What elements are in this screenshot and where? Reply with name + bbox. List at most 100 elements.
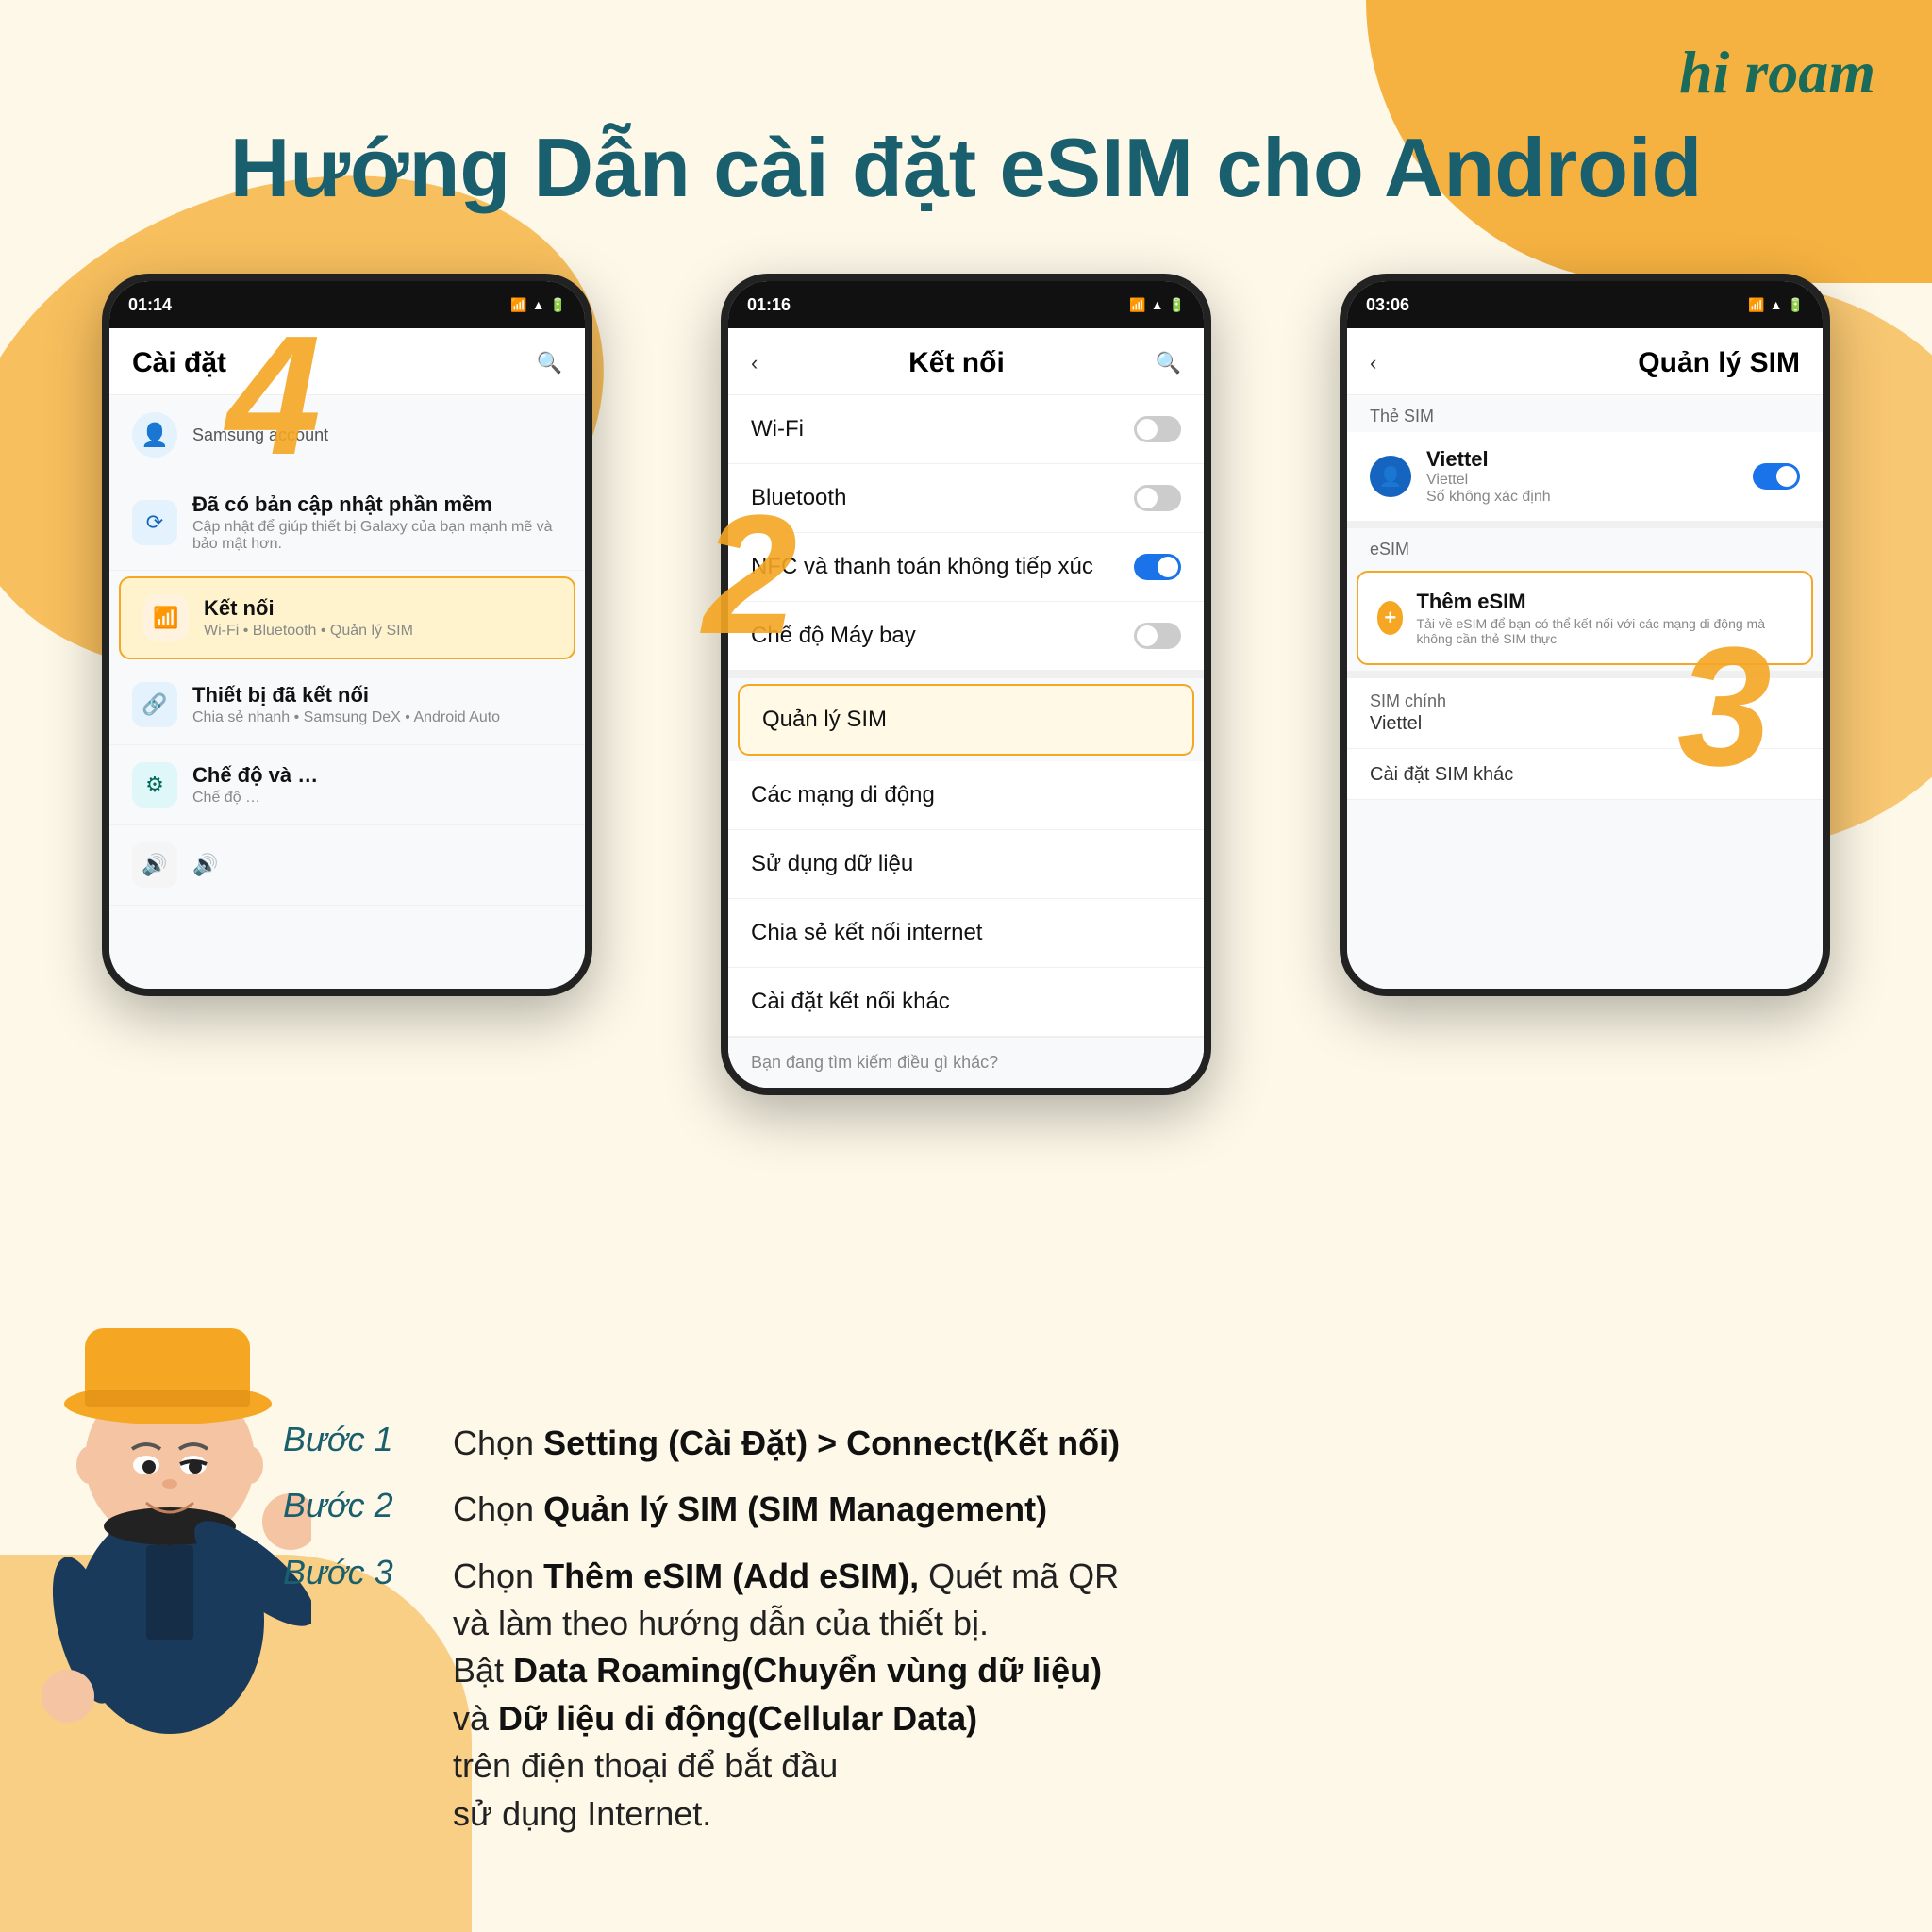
signal-icon-1: 📶 — [510, 297, 526, 313]
connect-title: Kết nối — [204, 596, 551, 621]
samsung-account-item[interactable]: 👤 Samsung account — [109, 395, 585, 475]
conn-item-other[interactable]: Cài đặt kết nối khác — [728, 968, 1204, 1037]
settings-item-mode[interactable]: ⚙ Chế độ và … Chế độ … — [109, 745, 585, 825]
account-avatar: 👤 — [132, 412, 177, 458]
mode-title: Chế độ và … — [192, 763, 562, 788]
sim-card-item[interactable]: 👤 Viettel Viettel Số không xác định — [1347, 432, 1823, 521]
devices-text: Thiết bị đã kết nối Chia sẻ nhanh • Sams… — [192, 683, 562, 726]
step-3-label: Bước 3 — [283, 1553, 434, 1592]
search-icon-2[interactable]: 🔍 — [1156, 351, 1181, 375]
separator-2 — [1347, 521, 1823, 528]
conn-item-airplane[interactable]: Chế độ Máy bay — [728, 602, 1204, 671]
sim-card-icon: 👤 — [1370, 456, 1411, 497]
screen-1-header: Cài đặt 🔍 — [109, 328, 585, 395]
esim-add-icon: + — [1377, 601, 1403, 635]
sim-card-name: Viettel — [1426, 447, 1738, 472]
wifi-icon-2: ▲ — [1151, 297, 1164, 312]
instructions-section: Bước 1 Chọn Setting (Cài Đặt) > Connect(… — [283, 1420, 1875, 1857]
wifi-icon-1: ▲ — [532, 297, 545, 312]
battery-icon-1: 🔋 — [550, 297, 566, 313]
sim-card-detail2: Số không xác định — [1426, 489, 1738, 506]
sim-card-detail: Viettel — [1426, 472, 1738, 489]
conn-item-networks[interactable]: Các mạng di động — [728, 761, 1204, 830]
instruction-row-2: Bước 2 Chọn Quản lý SIM (SIM Management) — [283, 1486, 1875, 1533]
conn-item-wifi[interactable]: Wi-Fi — [728, 395, 1204, 464]
settings-item-devices[interactable]: 🔗 Thiết bị đã kết nối Chia sẻ nhanh • Sa… — [109, 665, 585, 745]
settings-item-sound[interactable]: 🔊 🔊 — [109, 825, 585, 906]
phone-1-icons: 📶 ▲ 🔋 — [510, 297, 566, 313]
search-icon-1[interactable]: 🔍 — [537, 351, 562, 375]
airplane-toggle[interactable] — [1134, 623, 1181, 649]
update-text: Đã có bản cập nhật phần mềm Cập nhật để … — [192, 492, 562, 553]
sound-title: 🔊 — [192, 853, 562, 877]
nfc-toggle[interactable] — [1134, 554, 1181, 580]
update-title: Đã có bản cập nhật phần mềm — [192, 492, 562, 517]
wifi-label: Wi-Fi — [751, 416, 804, 442]
conn-item-bluetooth[interactable]: Bluetooth — [728, 464, 1204, 533]
step-2-label: Bước 2 — [283, 1486, 434, 1525]
step-3-desc: Chọn Thêm eSIM (Add eSIM), Quét mã QR và… — [453, 1553, 1119, 1838]
wifi-toggle[interactable] — [1134, 416, 1181, 442]
search-footer[interactable]: Bạn đang tìm kiếm điều gì khác? — [728, 1037, 1204, 1088]
phone-1-time: 01:14 — [128, 295, 172, 315]
bluetooth-toggle[interactable] — [1134, 485, 1181, 511]
instruction-row-3: Bước 3 Chọn Thêm eSIM (Add eSIM), Quét m… — [283, 1553, 1875, 1838]
esim-section-label: eSIM — [1347, 528, 1823, 565]
logo-hi: hi — [1679, 39, 1729, 106]
sim-card-info: Viettel Viettel Số không xác định — [1426, 447, 1738, 506]
step-number-2: 2 — [703, 491, 797, 660]
mode-text: Chế độ và … Chế độ … — [192, 763, 562, 807]
sim-mgmt-label: Quản lý SIM — [762, 707, 887, 733]
phone-2-time: 01:16 — [747, 295, 791, 315]
other-conn-label: Cài đặt kết nối khác — [751, 989, 950, 1015]
status-bar-1: 01:14 📶 ▲ 🔋 — [128, 295, 566, 315]
step-1-desc: Chọn Setting (Cài Đặt) > Connect(Kết nối… — [453, 1420, 1120, 1467]
logo-roam: roam — [1744, 39, 1875, 106]
phone-2-screen: ‹ Kết nối 🔍 Wi-Fi Bluetooth NFC và thanh… — [728, 328, 1204, 1088]
character-illustration — [28, 1224, 311, 1790]
sound-text: 🔊 — [192, 853, 562, 877]
phone-1-screen: Cài đặt 🔍 👤 Samsung account ⟳ Đã có bản … — [109, 328, 585, 989]
phone-3-notch: 03:06 📶 ▲ 🔋 — [1347, 281, 1823, 328]
phone-3-time: 03:06 — [1366, 295, 1409, 315]
instruction-row-1: Bước 1 Chọn Setting (Cài Đặt) > Connect(… — [283, 1420, 1875, 1467]
sim-section-label: Thẻ SIM — [1347, 395, 1823, 432]
conn-item-sim[interactable]: Quản lý SIM — [738, 684, 1194, 756]
screen-2-title: Kết nối — [908, 347, 1005, 379]
status-bar-3: 03:06 📶 ▲ 🔋 — [1366, 295, 1804, 315]
screen-3-title: Quản lý SIM — [1638, 347, 1800, 379]
conn-item-nfc[interactable]: NFC và thanh toán không tiếp xúc — [728, 533, 1204, 602]
back-arrow-2[interactable]: ‹ — [751, 351, 758, 375]
phones-container: 01:14 📶 ▲ 🔋 Cài đặt 🔍 👤 Samsung account … — [47, 274, 1885, 1095]
mode-icon: ⚙ — [132, 762, 177, 808]
search-footer-text: Bạn đang tìm kiếm điều gì khác? — [751, 1053, 998, 1072]
battery-icon-2: 🔋 — [1169, 297, 1185, 313]
devices-subtitle: Chia sẻ nhanh • Samsung DeX • Android Au… — [192, 709, 562, 726]
update-icon: ⟳ — [132, 500, 177, 545]
viettel-toggle[interactable] — [1753, 463, 1800, 490]
connect-subtitle: Wi-Fi • Bluetooth • Quản lý SIM — [204, 623, 551, 640]
signal-icon-3: 📶 — [1748, 297, 1764, 313]
step-number-3: 3 — [1677, 623, 1772, 792]
phone-1-notch: 01:14 📶 ▲ 🔋 — [109, 281, 585, 328]
battery-icon-3: 🔋 — [1788, 297, 1804, 313]
signal-icon-2: 📶 — [1129, 297, 1145, 313]
step-1-label: Bước 1 — [283, 1420, 434, 1459]
phone-2: 01:16 📶 ▲ 🔋 ‹ Kết nối 🔍 Wi-Fi Blue — [721, 274, 1211, 1095]
wifi-icon-3: ▲ — [1770, 297, 1783, 312]
back-arrow-3[interactable]: ‹ — [1370, 351, 1376, 375]
phone-2-icons: 📶 ▲ 🔋 — [1129, 297, 1185, 313]
networks-label: Các mạng di động — [751, 782, 935, 808]
screen-3-header: ‹ Quản lý SIM — [1347, 328, 1823, 395]
settings-item-update[interactable]: ⟳ Đã có bản cập nhật phần mềm Cập nhật đ… — [109, 475, 585, 571]
phone-2-notch: 01:16 📶 ▲ 🔋 — [728, 281, 1204, 328]
settings-item-connect[interactable]: 📶 Kết nối Wi-Fi • Bluetooth • Quản lý SI… — [119, 576, 575, 659]
status-bar-2: 01:16 📶 ▲ 🔋 — [747, 295, 1185, 315]
share-label: Chia sẻ kết nối internet — [751, 920, 982, 946]
phone-3-icons: 📶 ▲ 🔋 — [1748, 297, 1804, 313]
conn-item-data[interactable]: Sử dụng dữ liệu — [728, 830, 1204, 899]
separator-1 — [728, 671, 1204, 678]
screen-2-header: ‹ Kết nối 🔍 — [728, 328, 1204, 395]
data-usage-label: Sử dụng dữ liệu — [751, 851, 913, 877]
conn-item-share[interactable]: Chia sẻ kết nối internet — [728, 899, 1204, 968]
